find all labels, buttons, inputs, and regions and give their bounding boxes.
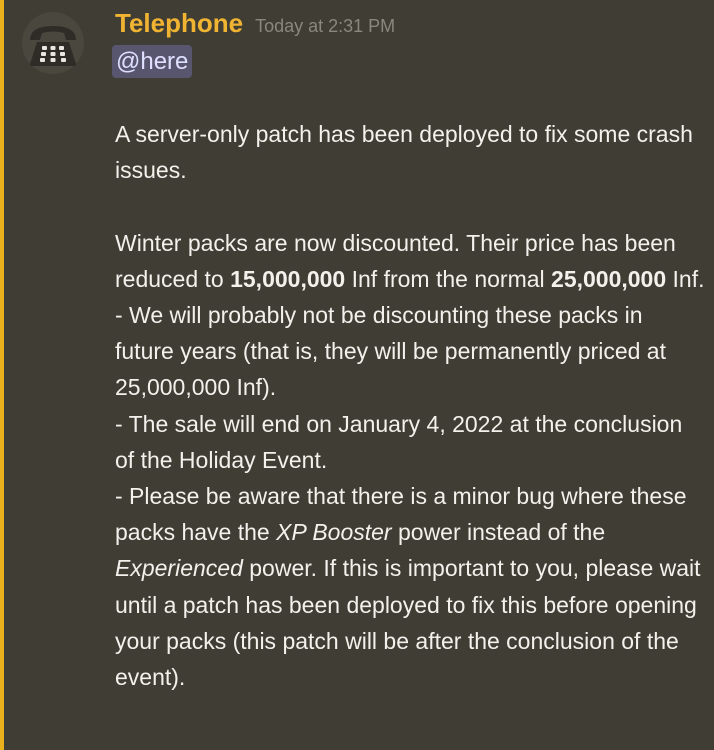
author-name[interactable]: Telephone xyxy=(115,8,243,38)
paragraph-future-years: - We will probably not be discounting th… xyxy=(115,302,666,401)
message-header: Telephone Today at 2:31 PM xyxy=(115,8,395,39)
bug-text: power instead of the xyxy=(391,519,606,546)
paragraph-sale-end: - The sale will end on January 4, 2022 a… xyxy=(115,410,683,473)
experienced-power: Experienced xyxy=(115,555,243,582)
normal-price: 25,000,000 xyxy=(551,265,667,292)
paragraph-bug-notice: - Please be aware that there is a minor … xyxy=(115,478,705,695)
discount-text: Inf from the normal xyxy=(345,265,552,292)
chat-message: Telephone Today at 2:31 PM @here A serve… xyxy=(0,0,714,750)
telephone-icon xyxy=(30,26,76,66)
discount-text: Inf. xyxy=(666,265,705,292)
avatar[interactable] xyxy=(22,12,84,74)
message-timestamp: Today at 2:31 PM xyxy=(255,16,396,36)
here-mention[interactable]: @here xyxy=(112,45,193,78)
paragraph-patch-notice: A server-only patch has been deployed to… xyxy=(115,121,693,184)
xp-booster-power: XP Booster xyxy=(276,519,392,546)
message-body: A server-only patch has been deployed to… xyxy=(115,116,705,695)
paragraph-discount: Winter packs are now discounted. Their p… xyxy=(115,225,705,297)
discount-price: 15,000,000 xyxy=(230,265,346,292)
